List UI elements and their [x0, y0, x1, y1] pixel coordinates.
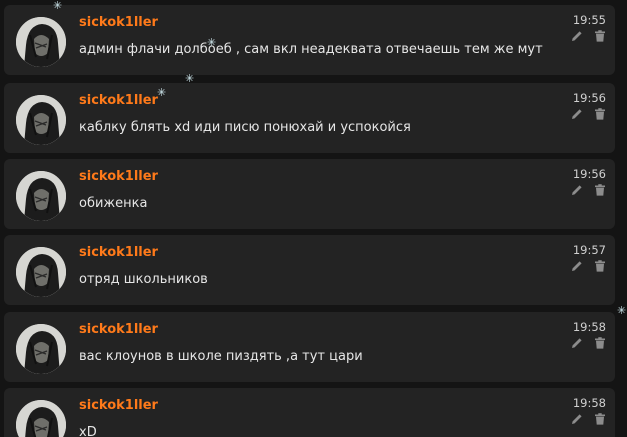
author-name[interactable]: sickok1ller [79, 322, 158, 337]
pencil-icon[interactable] [571, 184, 583, 196]
trash-icon[interactable] [594, 108, 606, 120]
author-name[interactable]: sickok1ller [79, 245, 158, 260]
message-text: каблку блять xd иди писю понюхай и успок… [79, 120, 411, 135]
pencil-icon[interactable] [571, 337, 583, 349]
pencil-icon[interactable] [571, 413, 583, 425]
avatar[interactable] [16, 400, 66, 437]
message-text: отряд школьников [79, 272, 208, 287]
message-timestamp: 19:58 [572, 396, 606, 410]
message-text: админ флачи долбоеб , сам вкл неадеквата… [79, 42, 543, 57]
pencil-icon[interactable] [571, 30, 583, 42]
chat-message: sickok1ller отряд школьников 19:57 [4, 235, 615, 305]
chat-message: sickok1ller xD 19:58 [4, 388, 615, 437]
chat-message: sickok1ller вас клоунов в школе пиздять … [4, 312, 615, 382]
author-name[interactable]: sickok1ller [79, 93, 158, 108]
message-text: обиженка [79, 196, 148, 211]
chat-message: sickok1ller каблку блять xd иди писю пон… [4, 83, 615, 153]
message-timestamp: 19:58 [572, 320, 606, 334]
avatar[interactable] [16, 95, 66, 145]
author-name[interactable]: sickok1ller [79, 15, 158, 30]
author-name[interactable]: sickok1ller [79, 169, 158, 184]
trash-icon[interactable] [594, 30, 606, 42]
trash-icon[interactable] [594, 260, 606, 272]
avatar[interactable] [16, 324, 66, 374]
message-timestamp: 19:57 [572, 243, 606, 257]
trash-icon[interactable] [594, 413, 606, 425]
author-name[interactable]: sickok1ller [79, 398, 158, 413]
message-text: вас клоунов в школе пиздять ,а тут цари [79, 349, 363, 364]
avatar[interactable] [16, 17, 66, 67]
message-timestamp: 19:56 [572, 91, 606, 105]
chat-message: sickok1ller обиженка 19:56 [4, 159, 615, 229]
message-timestamp: 19:55 [572, 13, 606, 27]
avatar[interactable] [16, 247, 66, 297]
pencil-icon[interactable] [571, 260, 583, 272]
trash-icon[interactable] [594, 184, 606, 196]
chat-feed: sickok1ller админ флачи долбоеб , сам вк… [0, 0, 627, 437]
trash-icon[interactable] [594, 337, 606, 349]
avatar[interactable] [16, 171, 66, 221]
chat-message: sickok1ller админ флачи долбоеб , сам вк… [4, 5, 615, 75]
message-text: xD [79, 425, 97, 437]
message-timestamp: 19:56 [572, 167, 606, 181]
pencil-icon[interactable] [571, 108, 583, 120]
